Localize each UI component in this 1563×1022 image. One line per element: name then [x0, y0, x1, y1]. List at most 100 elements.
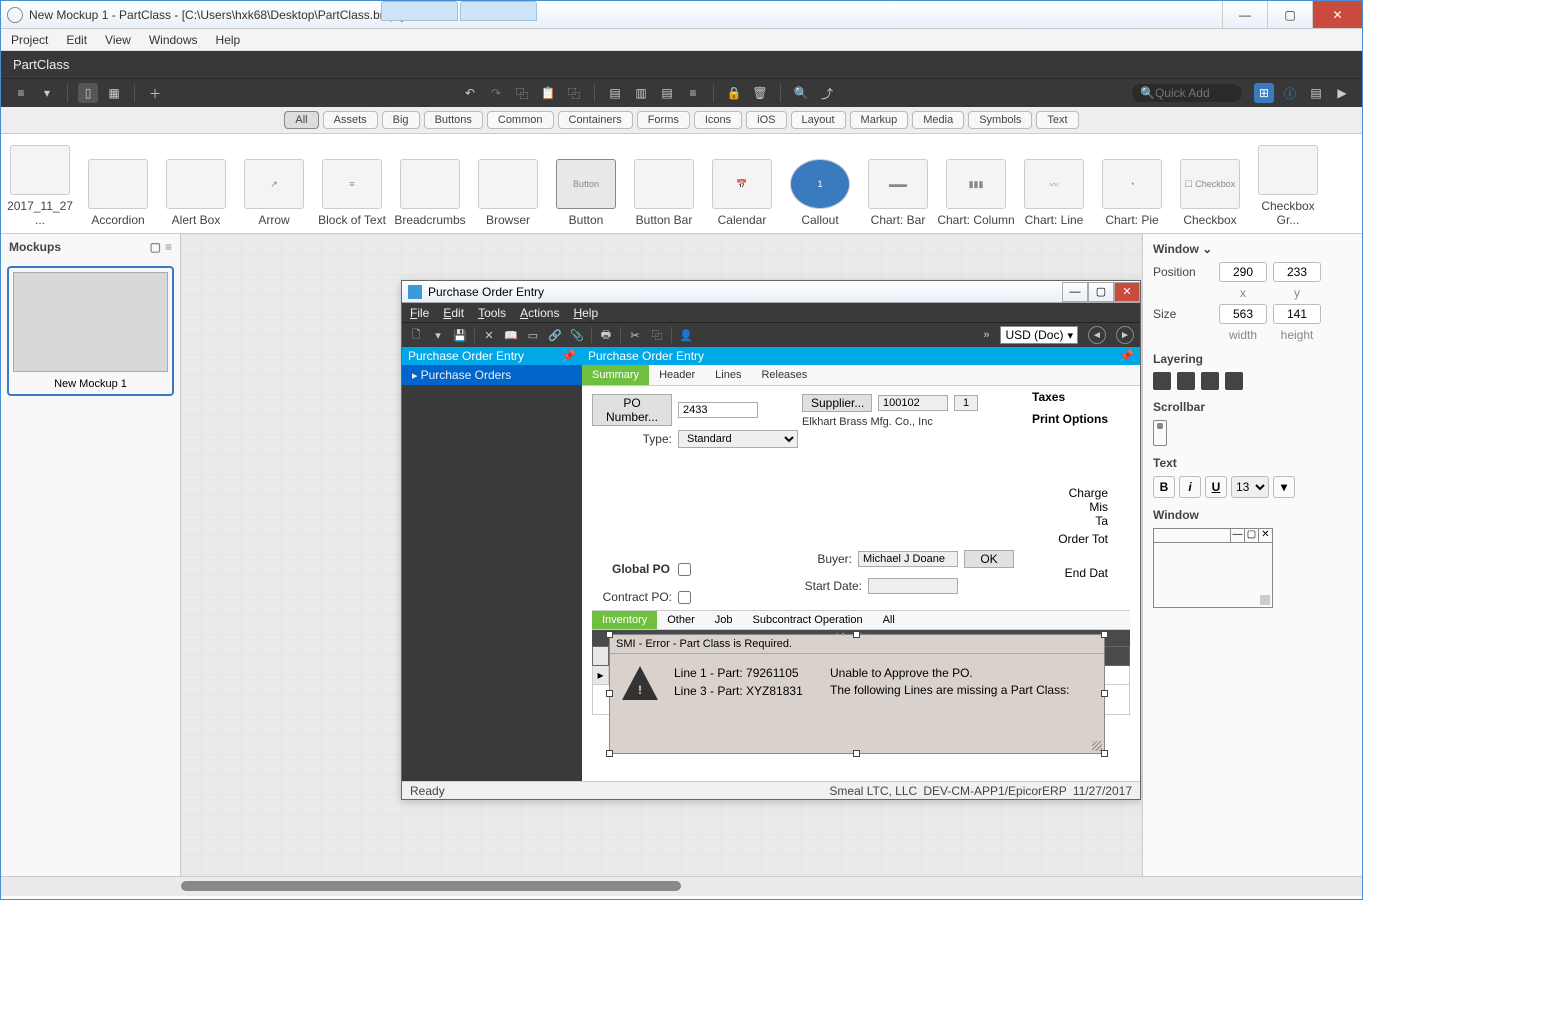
- widget-item[interactable]: Button Bar: [625, 138, 703, 229]
- height-field[interactable]: [1273, 304, 1321, 324]
- chevron-down-icon[interactable]: ▾: [37, 83, 57, 103]
- font-size-select[interactable]: 13: [1231, 476, 1269, 498]
- window-section-header[interactable]: Window ⌄: [1153, 242, 1352, 256]
- width-field[interactable]: [1219, 304, 1267, 324]
- widget-library[interactable]: 2017_11_27 ... Accordion Alert Box ↗Arro…: [1, 134, 1362, 234]
- selection-handle[interactable]: [606, 690, 613, 697]
- distribute-icon[interactable]: ≡: [683, 83, 703, 103]
- cat-buttons[interactable]: Buttons: [424, 111, 483, 129]
- mini-max[interactable]: ▢: [1244, 529, 1258, 542]
- global-po-checkbox[interactable]: [678, 563, 691, 576]
- window-style-preview[interactable]: — ▢ ✕: [1153, 528, 1273, 608]
- align-left-icon[interactable]: ▤: [605, 83, 625, 103]
- cat-text[interactable]: Text: [1036, 111, 1078, 129]
- export-icon[interactable]: ⤴: [817, 83, 837, 103]
- notes-icon[interactable]: ▤: [1306, 83, 1326, 103]
- menu-icon[interactable]: ≡: [11, 83, 31, 103]
- font-size-dropdown[interactable]: ▾: [1273, 476, 1295, 498]
- book-icon[interactable]: 📖: [503, 327, 519, 343]
- italic-button[interactable]: i: [1179, 476, 1201, 498]
- widget-item[interactable]: ▮▮▮Chart: Column: [937, 138, 1015, 229]
- widget-item[interactable]: ButtonButton: [547, 138, 625, 229]
- tab-releases[interactable]: Releases: [751, 365, 817, 385]
- print-icon[interactable]: 🖶: [598, 327, 614, 343]
- copy-icon[interactable]: ⿻: [512, 83, 532, 103]
- redo-icon[interactable]: ↷: [486, 83, 506, 103]
- underline-button[interactable]: U: [1205, 476, 1227, 498]
- widget-item[interactable]: Accordion: [79, 138, 157, 229]
- widget-item[interactable]: 〰Chart: Line: [1015, 138, 1093, 229]
- quick-add-button[interactable]: ⊞: [1254, 83, 1274, 103]
- po-number-field[interactable]: [678, 402, 758, 418]
- supplier-qty-field[interactable]: [954, 395, 978, 411]
- send-backward-icon[interactable]: [1201, 372, 1219, 390]
- duplicate-icon[interactable]: ⿻: [564, 83, 584, 103]
- widget-item[interactable]: ◔Chart: Pie: [1093, 138, 1171, 229]
- pos-y-field[interactable]: [1273, 262, 1321, 282]
- scrollbar-thumb[interactable]: [181, 881, 681, 891]
- contract-po-checkbox[interactable]: [678, 591, 691, 604]
- selection-handle[interactable]: [853, 750, 860, 757]
- panel-list-icon[interactable]: ≡: [165, 240, 172, 254]
- bg-tab[interactable]: [381, 1, 458, 21]
- add-icon[interactable]: ＋: [145, 83, 165, 103]
- currency-combo[interactable]: USD (Doc) ▾: [1000, 326, 1078, 344]
- start-date-field[interactable]: [868, 578, 958, 594]
- undo-icon[interactable]: ↶: [460, 83, 480, 103]
- view-grid-icon[interactable]: ▦: [104, 83, 124, 103]
- widget-item[interactable]: ≡Block of Text: [313, 138, 391, 229]
- nav-fwd-icon[interactable]: ►: [1116, 326, 1134, 344]
- widget-item[interactable]: 1Callout: [781, 138, 859, 229]
- bring-front-icon[interactable]: [1153, 372, 1171, 390]
- mockup-menu-file[interactable]: File: [410, 306, 429, 320]
- mini-close[interactable]: ✕: [1258, 529, 1272, 542]
- tab-summary[interactable]: Summary: [582, 365, 649, 385]
- lock-icon[interactable]: 🔒: [724, 83, 744, 103]
- paste-icon[interactable]: 📋: [538, 83, 558, 103]
- mockup-max-button[interactable]: ▢: [1088, 282, 1114, 302]
- panel-view-icon[interactable]: ▢: [150, 240, 161, 254]
- pane-pin-icon[interactable]: 📌: [1119, 349, 1134, 363]
- error-dialog[interactable]: SMI - Error - Part Class is Required. ! …: [609, 634, 1105, 754]
- mockup-menu-actions[interactable]: Actions: [520, 306, 559, 320]
- ok-button[interactable]: OK: [964, 550, 1014, 568]
- cat-icons[interactable]: Icons: [694, 111, 742, 129]
- resize-handle[interactable]: [1092, 741, 1102, 751]
- linetab-job[interactable]: Job: [705, 611, 743, 629]
- cat-ios[interactable]: iOS: [746, 111, 786, 129]
- po-number-button[interactable]: PO Number...: [592, 394, 672, 426]
- scrollbar-preview[interactable]: [1153, 420, 1167, 446]
- type-select[interactable]: Standard: [678, 430, 798, 448]
- mockup-min-button[interactable]: —: [1062, 282, 1088, 302]
- cat-common[interactable]: Common: [487, 111, 554, 129]
- widget-item[interactable]: Alert Box: [157, 138, 235, 229]
- supplier-button[interactable]: Supplier...: [802, 394, 872, 412]
- person-icon[interactable]: 👤: [678, 327, 694, 343]
- align-center-icon[interactable]: ▥: [631, 83, 651, 103]
- mockup-menu-edit[interactable]: Edit: [443, 306, 464, 320]
- dropdown-icon[interactable]: ▾: [430, 327, 446, 343]
- widget-item[interactable]: ☐ CheckboxCheckbox: [1171, 138, 1249, 229]
- maximize-button[interactable]: ▢: [1267, 1, 1312, 28]
- cut-icon[interactable]: ✂: [627, 327, 643, 343]
- buyer-field[interactable]: [858, 551, 958, 567]
- mini-resize[interactable]: [1260, 595, 1270, 605]
- tab-lines[interactable]: Lines: [705, 365, 751, 385]
- cat-big[interactable]: Big: [382, 111, 420, 129]
- widget-item[interactable]: Browser: [469, 138, 547, 229]
- quick-add-input[interactable]: [1155, 86, 1235, 100]
- card-icon[interactable]: ▭: [525, 327, 541, 343]
- mockup-close-button[interactable]: ✕: [1114, 282, 1140, 302]
- tree-pin-icon[interactable]: 📌: [561, 349, 576, 363]
- widget-item[interactable]: ▬▬Chart: Bar: [859, 138, 937, 229]
- trash-icon[interactable]: 🗑: [750, 83, 770, 103]
- copy-icon[interactable]: ⿻: [649, 327, 665, 343]
- supplier-code-field[interactable]: [878, 395, 948, 411]
- menu-edit[interactable]: Edit: [66, 33, 87, 47]
- align-right-icon[interactable]: ▤: [657, 83, 677, 103]
- menu-project[interactable]: Project: [11, 33, 48, 47]
- info-icon[interactable]: ⓘ: [1280, 83, 1300, 103]
- cat-media[interactable]: Media: [912, 111, 964, 129]
- selection-handle[interactable]: [606, 750, 613, 757]
- cat-assets[interactable]: Assets: [323, 111, 378, 129]
